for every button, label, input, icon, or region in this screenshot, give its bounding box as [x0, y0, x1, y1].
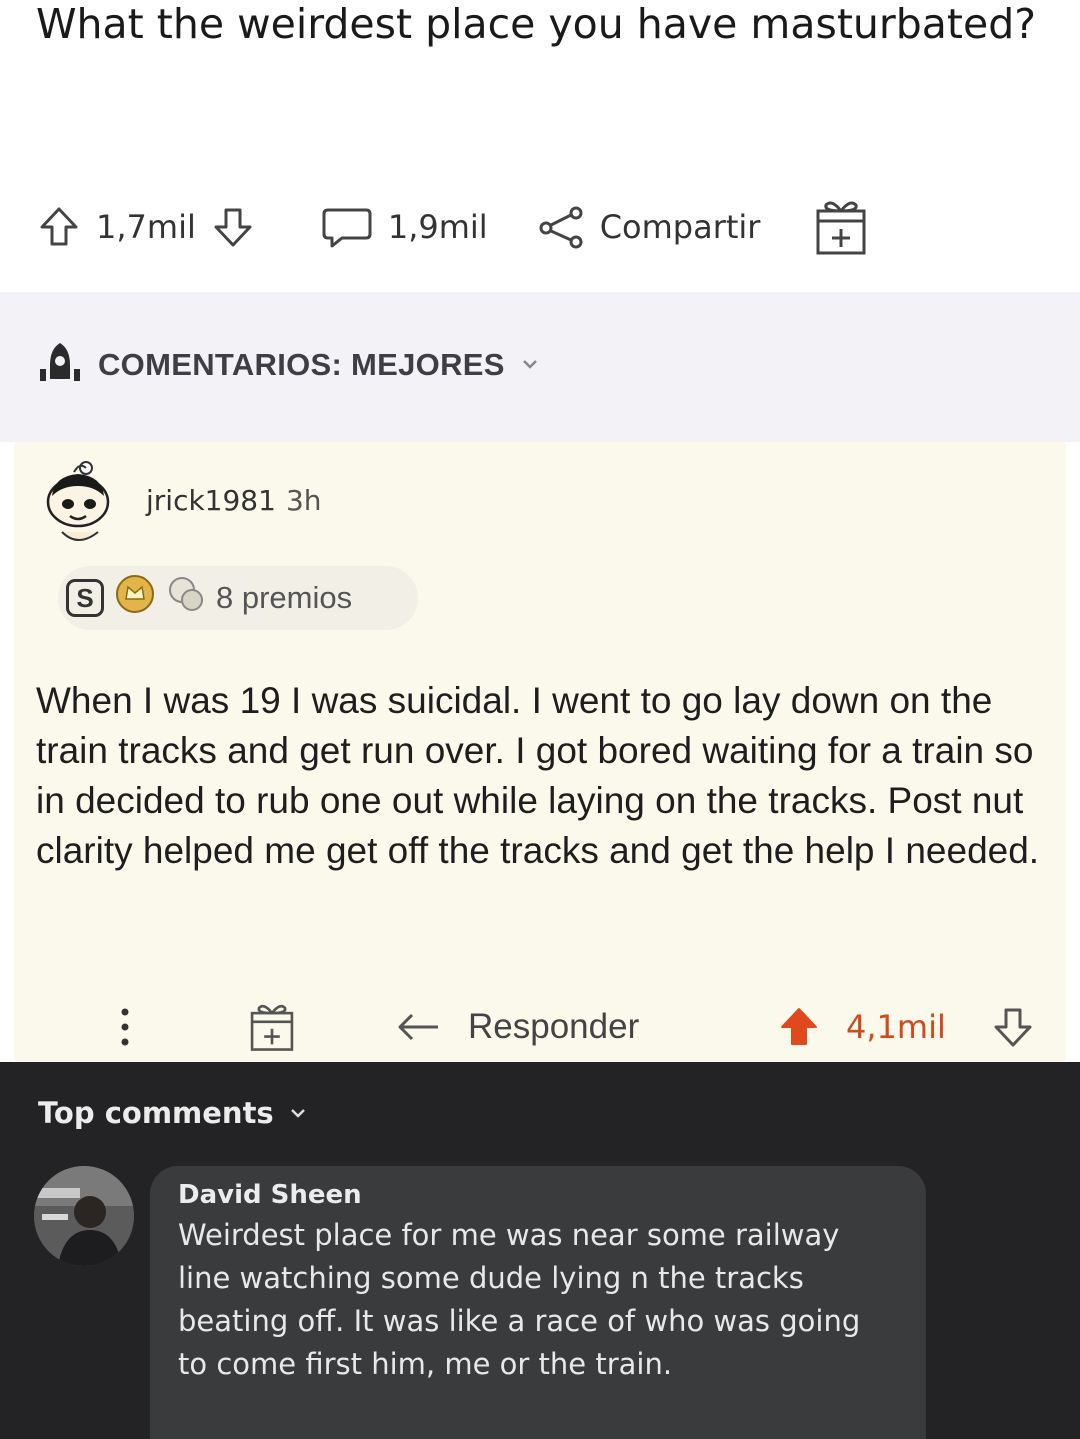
comment-downvote-icon[interactable] [990, 992, 1036, 1062]
comment-author[interactable]: David Sheen [178, 1180, 898, 1210]
rocket-icon [36, 339, 84, 391]
post-action-bar: 1,7mil 1,9mil Compartir [36, 192, 1046, 262]
comment-bubble-icon[interactable] [320, 204, 374, 250]
avatar[interactable] [44, 458, 118, 553]
chevron-down-icon [519, 347, 541, 383]
avatar[interactable] [34, 1166, 134, 1266]
facebook-comment-bubble: David Sheen Weirdest place for me was ne… [150, 1166, 926, 1439]
reply-arrow-icon[interactable] [394, 992, 444, 1062]
award-gift-icon[interactable] [246, 992, 298, 1062]
top-comments-label: Top comments [38, 1096, 274, 1130]
gold-award-icon [114, 573, 156, 623]
award-gift-icon[interactable] [814, 197, 868, 257]
top-comments-filter[interactable]: Top comments [38, 1096, 308, 1130]
comment-meta: jrick1981 3h [146, 484, 322, 517]
comment-action-bar: Responder 4,1mil [0, 992, 1080, 1062]
post-title: What the weirdest place you have masturb… [36, 0, 1036, 48]
comment-username[interactable]: jrick1981 [146, 484, 276, 517]
downvote-arrow-icon[interactable] [210, 204, 256, 250]
chevron-down-icon [288, 1096, 308, 1130]
comment-score: 4,1mil [846, 1008, 946, 1046]
reply-button[interactable]: Responder [468, 992, 639, 1062]
sort-label: COMENTARIOS: MEJORES [98, 347, 505, 382]
share-icon[interactable] [536, 204, 586, 250]
comment-sort-selector[interactable]: COMENTARIOS: MEJORES [36, 340, 541, 390]
upvote-arrow-icon[interactable] [36, 204, 82, 250]
comment-upvote-icon[interactable] [776, 992, 822, 1062]
post-comment-count: 1,9mil [387, 208, 488, 246]
comment-body: When I was 19 I was suicidal. I went to … [36, 680, 1040, 871]
post-upvote-count: 1,7mil [96, 208, 196, 246]
wholesome-award-icon [166, 574, 206, 622]
more-options-icon[interactable] [112, 992, 138, 1062]
comment-timestamp: 3h [285, 484, 322, 517]
silver-award-icon: S [66, 579, 104, 617]
share-button[interactable]: Compartir [600, 208, 761, 246]
comment-text: Weirdest place for me was near some rail… [178, 1218, 861, 1381]
awards-pill[interactable]: S 8 premios [58, 566, 418, 630]
awards-count: 8 premios [216, 580, 353, 615]
